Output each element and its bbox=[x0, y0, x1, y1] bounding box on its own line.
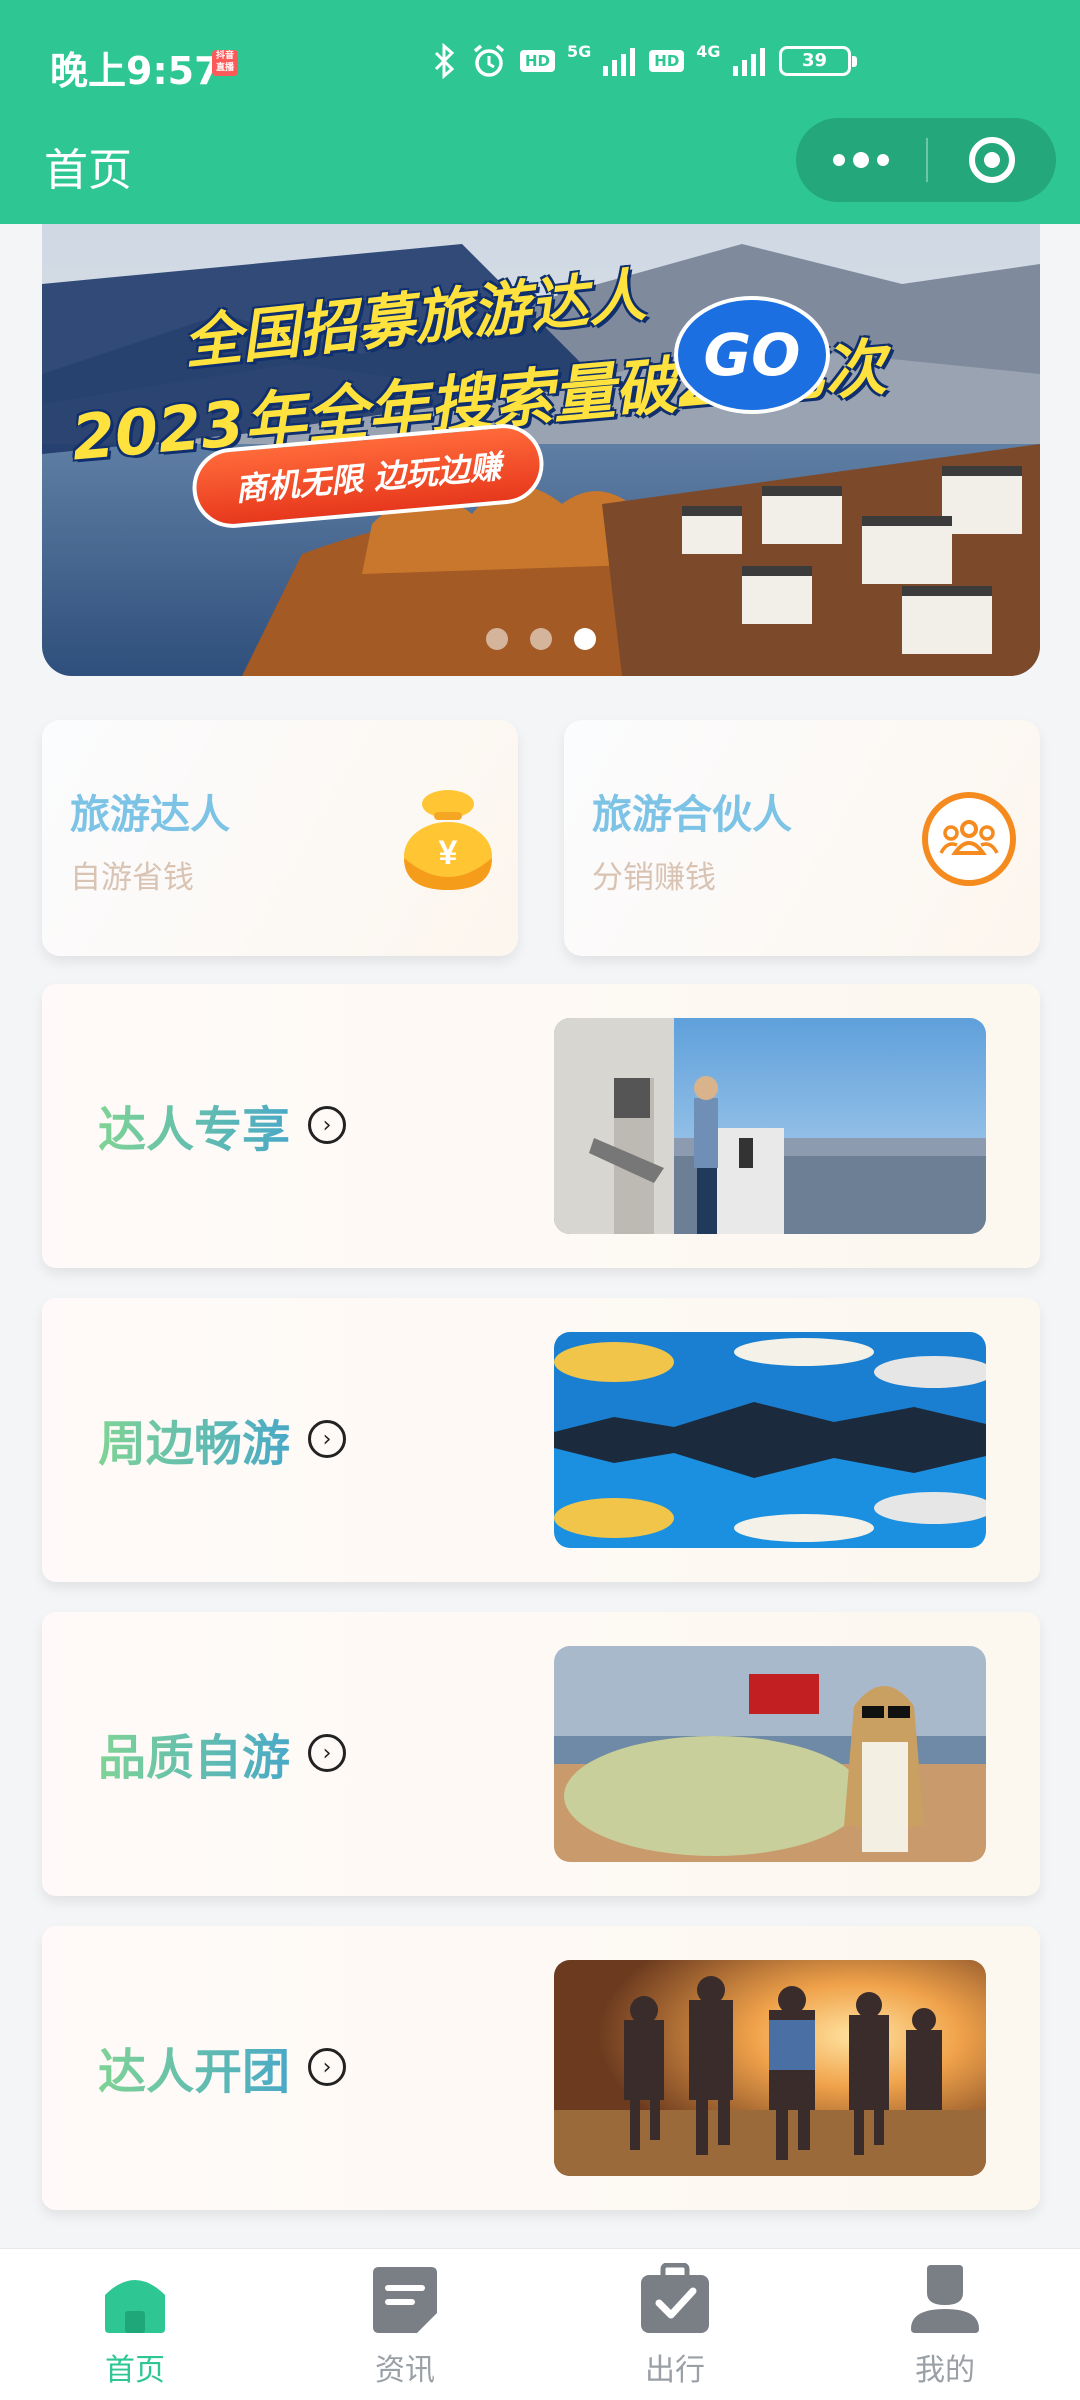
group-running-photo bbox=[554, 1960, 986, 2176]
tab-label: 首页 bbox=[105, 2353, 165, 2388]
feature-title: 品质自游 bbox=[98, 1718, 290, 1788]
tab-news[interactable]: 资讯 bbox=[270, 2249, 540, 2400]
hd-badge-1: HD bbox=[520, 50, 556, 72]
live-app-badge: 抖音直播 bbox=[212, 50, 238, 76]
pagination-dot[interactable] bbox=[530, 628, 552, 650]
target-icon bbox=[969, 137, 1015, 183]
tab-profile[interactable]: 我的 bbox=[810, 2249, 1080, 2400]
miniprogram-capsule bbox=[796, 118, 1056, 202]
close-miniprogram-button[interactable] bbox=[928, 118, 1056, 202]
signal-icon-2 bbox=[732, 48, 765, 76]
role-subtitle: 自游省钱 bbox=[70, 860, 194, 896]
feature-title: 周边畅游 bbox=[98, 1404, 290, 1474]
feature-card-expert-exclusive[interactable]: 达人专享 › bbox=[42, 984, 1040, 1268]
page-title: 首页 bbox=[44, 145, 132, 196]
pagination-dot[interactable] bbox=[486, 628, 508, 650]
tab-label: 资讯 bbox=[375, 2353, 435, 2388]
more-dot bbox=[853, 152, 869, 168]
battery-indicator: 39 bbox=[778, 46, 857, 76]
signal-icon bbox=[603, 48, 636, 76]
hd-badge-2: HD bbox=[649, 50, 685, 72]
promo-banner[interactable]: 全国招募旅游达人 2023年全年搜索量破27亿次 GO 商机无限 边玩边赚 bbox=[42, 224, 1040, 676]
role-title: 旅游合伙人 bbox=[592, 792, 792, 838]
partner-group-icon bbox=[922, 792, 1016, 886]
role-subtitle: 分销赚钱 bbox=[592, 860, 716, 896]
news-icon bbox=[373, 2267, 437, 2333]
status-bar: 晚上9:57 抖音直播 HD 5G HD 4G 39 bbox=[0, 0, 1080, 128]
banner-pagination bbox=[486, 628, 618, 650]
app-header: 晚上9:57 抖音直播 HD 5G HD 4G 39 首页 bbox=[0, 0, 1080, 224]
tab-travel[interactable]: 出行 bbox=[540, 2249, 810, 2400]
profile-icon bbox=[911, 2265, 979, 2333]
suitcase-check-icon bbox=[641, 2263, 709, 2333]
alarm-icon bbox=[473, 44, 505, 77]
feature-title: 达人开团 bbox=[98, 2032, 290, 2102]
feature-label: 达人开团 › bbox=[98, 2032, 347, 2102]
feature-label: 周边畅游 › bbox=[98, 1404, 347, 1474]
status-time: 晚上9:57 bbox=[50, 49, 221, 93]
more-dot bbox=[833, 154, 845, 166]
home-icon bbox=[105, 2280, 165, 2333]
travel-expert-card[interactable]: 旅游达人 自游省钱 ¥ bbox=[42, 720, 518, 956]
network-label-4g: 4G bbox=[696, 41, 721, 61]
feature-card-quality-self-tour[interactable]: 品质自游 › bbox=[42, 1612, 1040, 1896]
feature-label: 达人专享 › bbox=[98, 1090, 347, 1160]
chevron-right-circle-icon: › bbox=[308, 1420, 347, 1458]
role-title: 旅游达人 bbox=[70, 792, 230, 838]
road-trip-photo bbox=[554, 1646, 986, 1862]
tab-label: 出行 bbox=[645, 2353, 705, 2388]
chevron-right-circle-icon: › bbox=[308, 1106, 347, 1144]
bluetooth-icon bbox=[434, 43, 455, 79]
tab-label: 我的 bbox=[915, 2353, 975, 2388]
feature-label: 品质自游 › bbox=[98, 1718, 347, 1788]
observation-deck-photo bbox=[554, 1018, 986, 1234]
status-icons: HD 5G HD 4G 39 bbox=[432, 42, 863, 80]
money-bag-icon: ¥ bbox=[404, 790, 492, 890]
more-dot bbox=[877, 154, 889, 166]
banner-go-button[interactable]: GO bbox=[674, 296, 830, 414]
network-label-5g: 5G bbox=[567, 41, 592, 61]
bottom-tab-bar: 首页 资讯 出行 我的 bbox=[0, 2248, 1080, 2400]
pagination-dot-active[interactable] bbox=[574, 628, 596, 650]
feature-card-nearby-tours[interactable]: 周边畅游 › bbox=[42, 1298, 1040, 1582]
travel-partner-card[interactable]: 旅游合伙人 分销赚钱 bbox=[564, 720, 1040, 956]
mirror-lake-photo bbox=[554, 1332, 986, 1548]
feature-card-expert-group-tour[interactable]: 达人开团 › bbox=[42, 1926, 1040, 2210]
tab-home[interactable]: 首页 bbox=[0, 2249, 270, 2400]
more-menu-button[interactable] bbox=[796, 118, 926, 202]
chevron-right-circle-icon: › bbox=[308, 1734, 347, 1772]
feature-title: 达人专享 bbox=[98, 1090, 290, 1160]
chevron-right-circle-icon: › bbox=[308, 2048, 347, 2086]
svg-text:¥: ¥ bbox=[439, 834, 458, 872]
